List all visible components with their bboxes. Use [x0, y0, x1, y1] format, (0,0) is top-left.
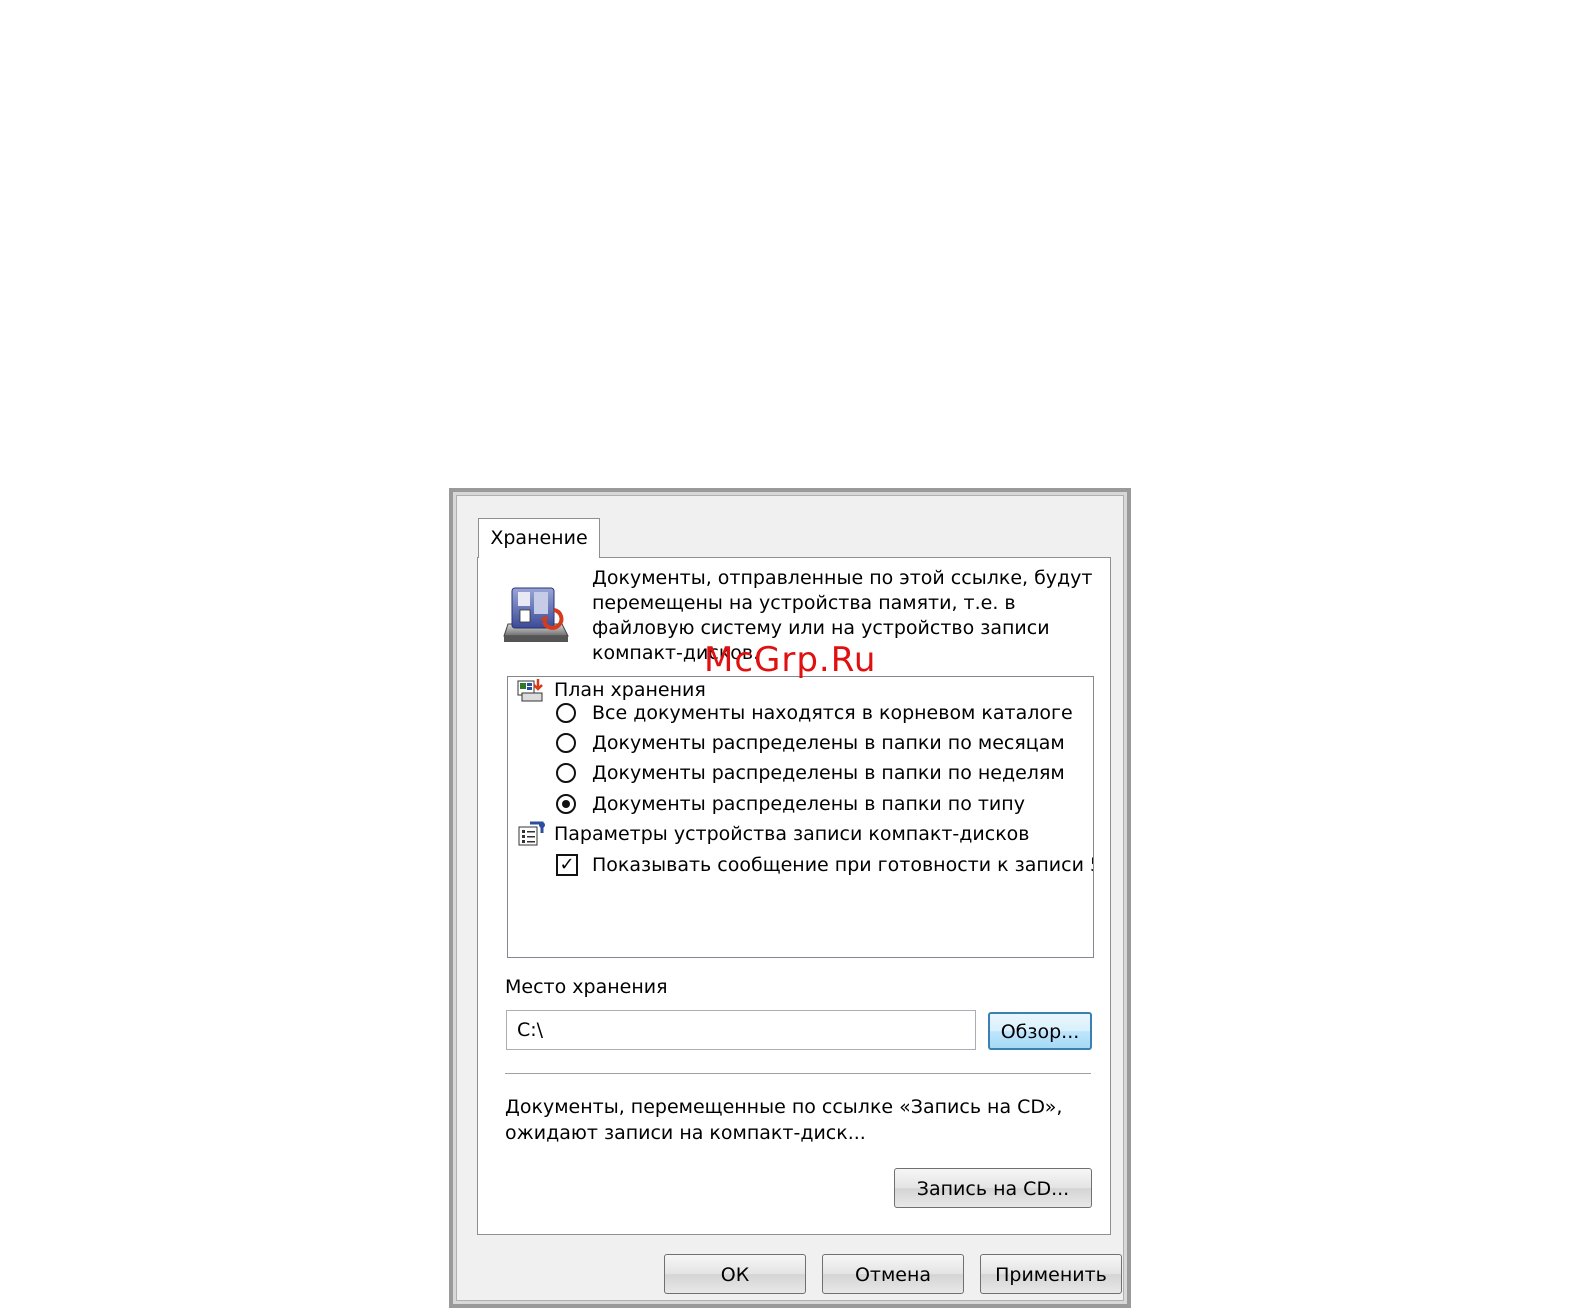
cancel-button[interactable]: Отмена — [822, 1254, 964, 1294]
location-label: Место хранения — [505, 976, 668, 998]
apply-button[interactable]: Применить — [980, 1254, 1122, 1294]
cd-note: Документы, перемещенные по ссылке «Запис… — [505, 1096, 1063, 1144]
show-message-checkbox[interactable]: ✓ — [556, 854, 578, 876]
radio-selected-dot — [562, 800, 570, 808]
radio-by-week[interactable] — [556, 763, 576, 783]
radio-by-type[interactable] — [556, 794, 576, 814]
storage-plan-label: План хранения — [554, 679, 706, 701]
option-by-month[interactable]: Документы распределены в папки по месяца… — [556, 729, 1065, 757]
option-show-message[interactable]: ✓ Показывать сообщение при готовности к … — [556, 851, 1094, 879]
watermark: McGrp.Ru — [704, 640, 877, 680]
radio-by-month[interactable] — [556, 733, 576, 753]
show-message-label: Показывать сообщение при готовности к за… — [592, 854, 1094, 876]
storage-plan-icon — [517, 679, 543, 702]
burn-cd-button[interactable]: Запись на CD... — [894, 1168, 1092, 1208]
option-by-month-label: Документы распределены в папки по месяца… — [592, 732, 1065, 754]
option-by-type[interactable]: Документы распределены в папки по типу — [556, 790, 1025, 818]
options-list[interactable]: План хранения Все документы находятся в … — [507, 676, 1094, 958]
cd-settings-icon — [518, 821, 545, 846]
radio-root-folder[interactable] — [556, 703, 576, 723]
option-root-folder-label: Все документы находятся в корневом катал… — [592, 702, 1073, 724]
option-by-week-label: Документы распределены в папки по неделя… — [592, 762, 1065, 784]
option-root-folder[interactable]: Все документы находятся в корневом катал… — [556, 699, 1073, 727]
browse-button[interactable]: Обзор... — [988, 1012, 1092, 1050]
ok-button[interactable]: ОК — [664, 1254, 806, 1294]
cd-settings-label: Параметры устройства записи компакт-диск… — [554, 823, 1030, 845]
tab-storage[interactable]: Хранение — [478, 518, 600, 558]
cd-settings-header: Параметры устройства записи компакт-диск… — [516, 820, 1030, 848]
option-by-week[interactable]: Документы распределены в папки по неделя… — [556, 759, 1065, 787]
option-by-type-label: Документы распределены в папки по типу — [592, 793, 1025, 815]
storage-device-icon — [503, 587, 569, 642]
location-path-input[interactable] — [506, 1010, 976, 1050]
separator — [505, 1073, 1091, 1075]
